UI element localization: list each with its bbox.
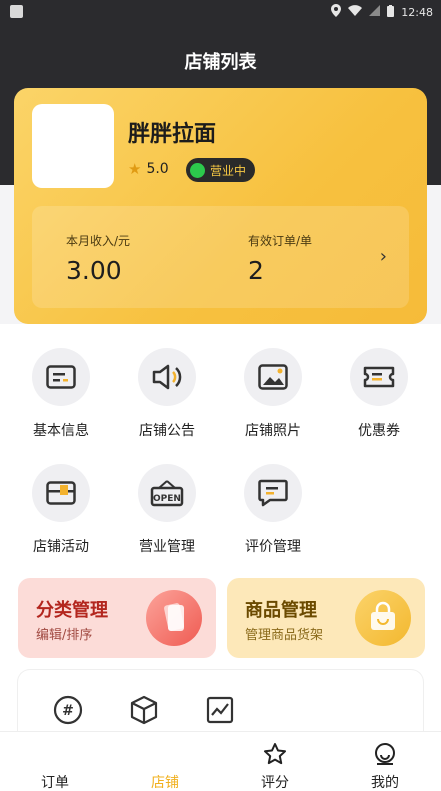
open-sign-icon: OPEN bbox=[138, 464, 196, 522]
category-subtitle: 编辑/排序 bbox=[36, 628, 93, 643]
coupon-icon bbox=[350, 348, 408, 406]
menu-label: 优惠券 bbox=[358, 423, 400, 439]
menu-item-business[interactable]: OPEN 营业管理 bbox=[122, 464, 212, 556]
menu-item-basic-info[interactable]: 基本信息 bbox=[16, 348, 106, 440]
income-label: 本月收入/元 bbox=[66, 234, 131, 248]
menu-item-announcement[interactable]: 店铺公告 bbox=[122, 348, 212, 440]
tab-label: 店铺 bbox=[151, 775, 179, 791]
info-card-icon bbox=[32, 348, 90, 406]
comment-icon bbox=[244, 464, 302, 522]
status-text: 营业中 bbox=[210, 163, 247, 178]
cards-icon bbox=[146, 590, 202, 646]
orders-label: 有效订单/单 bbox=[248, 234, 313, 248]
signal-icon bbox=[369, 5, 381, 19]
wifi-icon bbox=[348, 5, 363, 19]
menu-label: 基本信息 bbox=[33, 423, 89, 439]
category-management-card[interactable]: 分类管理 编辑/排序 bbox=[18, 578, 216, 658]
category-title: 分类管理 bbox=[36, 600, 108, 621]
product-title: 商品管理 bbox=[245, 600, 317, 621]
shop-rating: ★ 5.0 bbox=[128, 160, 169, 178]
tab-profile[interactable]: 我的 bbox=[330, 732, 440, 791]
bottom-tab-bar: 订单 店铺 评分 我的 bbox=[0, 731, 441, 791]
star-outline-icon bbox=[263, 742, 287, 766]
activity-card-icon bbox=[32, 464, 90, 522]
chevron-right-icon[interactable]: › bbox=[380, 246, 387, 267]
orders-value: 2 bbox=[248, 256, 264, 285]
menu-item-reviews[interactable]: 评价管理 bbox=[228, 464, 318, 556]
notification-icon bbox=[10, 5, 23, 18]
shopping-bag-icon bbox=[355, 590, 411, 646]
status-time: 12:48 bbox=[401, 5, 433, 19]
hash-icon[interactable]: # bbox=[48, 690, 88, 730]
tab-label: 我的 bbox=[371, 775, 399, 791]
menu-label: 店铺照片 bbox=[245, 423, 301, 439]
page-title: 店铺列表 bbox=[184, 52, 257, 73]
rating-value: 5.0 bbox=[146, 161, 169, 177]
location-icon bbox=[331, 4, 342, 20]
speaker-icon bbox=[138, 348, 196, 406]
trend-chart-icon[interactable] bbox=[200, 690, 240, 730]
profile-icon bbox=[373, 742, 397, 766]
battery-icon bbox=[387, 4, 395, 20]
tab-shop[interactable]: 店铺 bbox=[110, 732, 220, 791]
menu-label: 营业管理 bbox=[139, 539, 195, 555]
menu-label: 店铺活动 bbox=[33, 539, 89, 555]
shop-card[interactable]: 胖胖拉面 ★ 5.0 营业中 本月收入/元 3.00 有效订单/单 2 › bbox=[14, 88, 427, 324]
shop-stats-panel[interactable]: 本月收入/元 3.00 有效订单/单 2 › bbox=[32, 206, 409, 308]
svg-text:OPEN: OPEN bbox=[153, 494, 181, 504]
tab-orders[interactable]: 订单 bbox=[0, 732, 110, 791]
tab-label: 评分 bbox=[261, 775, 289, 791]
menu-item-coupon[interactable]: 优惠券 bbox=[334, 348, 424, 440]
tab-label: 订单 bbox=[41, 775, 69, 791]
star-icon: ★ bbox=[128, 160, 142, 178]
status-badge: 营业中 bbox=[186, 158, 256, 182]
menu-label: 店铺公告 bbox=[139, 423, 195, 439]
shop-name: 胖胖拉面 bbox=[128, 122, 217, 147]
picture-icon bbox=[244, 348, 302, 406]
tab-rating[interactable]: 评分 bbox=[220, 732, 330, 791]
status-bar: 12:48 bbox=[0, 0, 441, 24]
income-value: 3.00 bbox=[66, 256, 122, 285]
menu-item-photos[interactable]: 店铺照片 bbox=[228, 348, 318, 440]
menu-label: 评价管理 bbox=[245, 539, 301, 555]
product-management-card[interactable]: 商品管理 管理商品货架 bbox=[227, 578, 425, 658]
box-icon[interactable] bbox=[124, 690, 164, 730]
shop-logo bbox=[32, 104, 114, 188]
menu-item-activity[interactable]: 店铺活动 bbox=[16, 464, 106, 556]
status-dot-icon bbox=[190, 162, 205, 178]
product-subtitle: 管理商品货架 bbox=[245, 628, 324, 643]
svg-text:#: # bbox=[62, 703, 74, 719]
